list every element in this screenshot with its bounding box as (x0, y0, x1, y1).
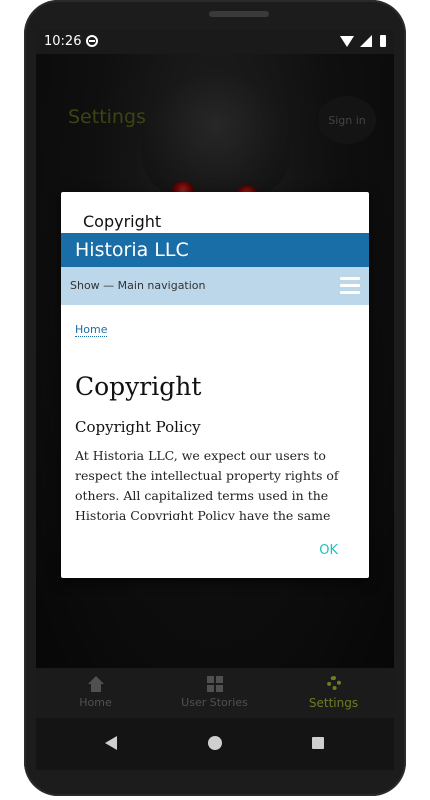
system-navigation-bar (36, 718, 394, 770)
nav-item-label: Home (79, 696, 112, 709)
nav-item-label: Settings (308, 696, 359, 710)
hamburger-menu-icon[interactable] (340, 277, 360, 295)
speaker-grille (209, 11, 269, 17)
main-navigation-toggle-label[interactable]: Show — Main navigation (70, 279, 206, 292)
wifi-icon (340, 36, 354, 47)
signal-icon (360, 35, 372, 47)
web-page-subheading: Copyright Policy (75, 418, 201, 436)
nav-item-settings[interactable]: Settings (274, 668, 393, 718)
nav-item-label: User Stories (181, 696, 248, 709)
home-circle-icon[interactable] (208, 736, 222, 750)
web-page-paragraph: At Historia LLC, we expect our users to … (75, 448, 339, 520)
copyright-dialog: Copyright Historia LLC Show — Main navig… (61, 192, 369, 578)
web-main-navigation: Show — Main navigation (61, 267, 369, 305)
battery-icon (380, 35, 386, 47)
breadcrumb-home-link[interactable]: Home (75, 323, 108, 337)
web-page-heading: Copyright (75, 372, 202, 401)
status-bar: 10:26 (36, 30, 394, 54)
bottom-navigation: Home User Stories Settings (36, 668, 394, 718)
nav-item-home[interactable]: Home (36, 668, 155, 718)
nav-item-user-stories[interactable]: User Stories (155, 668, 274, 718)
grid-icon (206, 676, 223, 692)
home-icon (87, 676, 104, 692)
gear-icon (326, 676, 341, 690)
recents-square-icon[interactable] (312, 737, 324, 749)
do-not-disturb-icon (86, 35, 98, 47)
back-icon[interactable] (105, 736, 117, 750)
status-time: 10:26 (44, 34, 82, 49)
ok-button[interactable]: OK (319, 543, 338, 558)
web-site-header: Historia LLC (61, 233, 369, 267)
screen: 10:26 Settings Sign in Copyright Histori… (36, 30, 394, 770)
dialog-title: Copyright (83, 212, 162, 231)
